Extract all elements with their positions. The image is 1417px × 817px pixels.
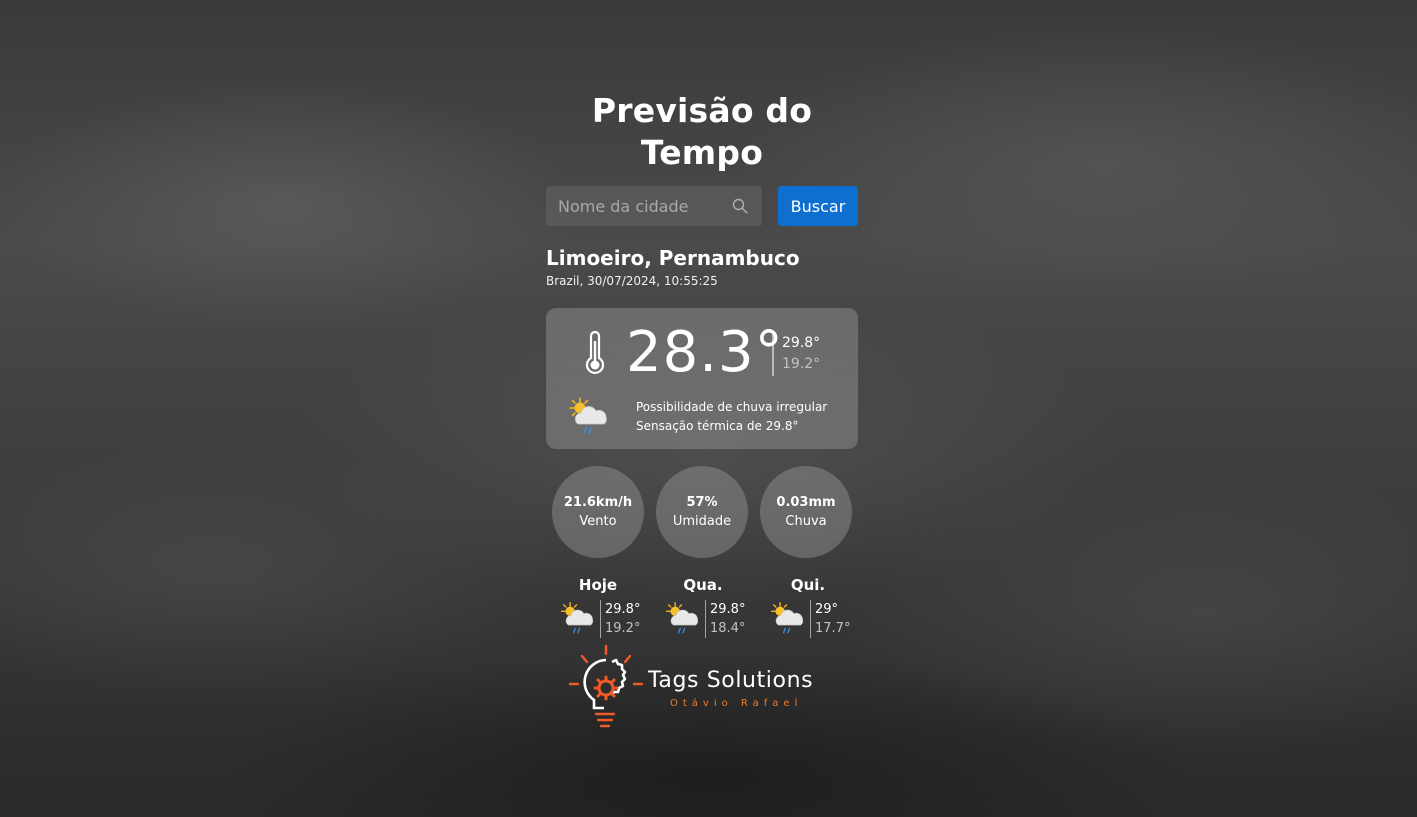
page-title: Previsão do Tempo: [591, 91, 813, 172]
current-temperature: 28.3°: [626, 320, 784, 385]
forecast-divider: [705, 600, 706, 638]
forecast-day: Qui. 29° 17.7°: [768, 574, 858, 638]
temp-divider: [772, 331, 774, 376]
forecast-min-temp: 19.2°: [605, 621, 641, 636]
forecast-temps: 29° 17.7°: [815, 600, 850, 638]
partly-cloudy-rain-icon: [569, 397, 607, 434]
forecast-day-name: Qua.: [683, 576, 723, 594]
forecast-day-row: 29° 17.7°: [768, 600, 858, 638]
brand-name: Tags Solutions: [648, 668, 814, 693]
search-box: [546, 186, 762, 226]
stat-label: Chuva: [785, 514, 827, 529]
forecast-day: Hoje 29.8° 19.2°: [558, 574, 648, 638]
lightbulb-gear-icon: [568, 644, 644, 728]
stat-rain: 0.03mm Chuva: [760, 466, 852, 558]
forecast-min-temp: 18.4°: [710, 621, 746, 636]
condition-text: Possibilidade de chuva irregular Sensaçã…: [636, 398, 827, 436]
forecast-temps: 29.8° 19.2°: [605, 600, 640, 638]
forecast-max-temp: 29.8°: [605, 602, 641, 617]
forecast-divider: [600, 600, 601, 638]
stat-wind: 21.6km/h Vento: [552, 466, 644, 558]
brand-author: Otávio Rafael: [670, 698, 803, 709]
thermometer-icon: [585, 331, 605, 375]
partly-cloudy-rain-icon: [665, 602, 699, 634]
stat-label: Umidade: [672, 514, 732, 529]
partly-cloudy-rain-icon: [560, 602, 594, 634]
weather-stats: 21.6km/h Vento 57% Umidade 0.03mm Chuva: [546, 466, 858, 558]
location-datetime: Brazil, 30/07/2024, 10:55:25: [546, 274, 718, 288]
feels-like: Sensação térmica de 29.8°: [636, 419, 799, 433]
partly-cloudy-rain-icon: [770, 602, 804, 634]
forecast-day-name: Qui.: [790, 576, 826, 594]
current-min-temp: 19.2°: [782, 356, 821, 372]
stat-humidity: 57% Umidade: [656, 466, 748, 558]
forecast-day-row: 29.8° 18.4°: [663, 600, 753, 638]
city-search-input[interactable]: [546, 186, 762, 226]
search-icon[interactable]: [732, 198, 748, 214]
condition-description: Possibilidade de chuva irregular: [636, 400, 828, 414]
forecast-max-temp: 29°: [815, 602, 839, 617]
city-name: Limoeiro, Pernambuco: [546, 246, 800, 270]
current-weather-card: 28.3° 29.8° 19.2° Possibilidade de chuva…: [546, 308, 858, 449]
forecast-max-temp: 29.8°: [710, 602, 746, 617]
search-bar: Buscar: [546, 186, 858, 226]
brand-logo[interactable]: Tags Solutions Otávio Rafael: [568, 644, 844, 734]
stat-value: 57%: [686, 495, 718, 510]
weather-app: Previsão do Tempo Buscar Limoeiro, Perna…: [546, 90, 858, 638]
stat-value: 21.6km/h: [563, 495, 633, 510]
stat-label: Vento: [579, 514, 617, 529]
stat-value: 0.03mm: [776, 495, 836, 510]
forecast-divider: [810, 600, 811, 638]
current-max-temp: 29.8°: [782, 335, 821, 351]
forecast-day: Qua. 29.8° 18.4°: [663, 574, 753, 638]
forecast-min-temp: 17.7°: [815, 621, 851, 636]
forecast-temps: 29.8° 18.4°: [710, 600, 745, 638]
daily-forecast: Hoje 29.8° 19.2° Qua. 29.8° 18.4° Qui. 2…: [546, 574, 858, 638]
search-button[interactable]: Buscar: [778, 186, 858, 226]
forecast-day-row: 29.8° 19.2°: [558, 600, 648, 638]
forecast-day-name: Hoje: [578, 576, 618, 594]
